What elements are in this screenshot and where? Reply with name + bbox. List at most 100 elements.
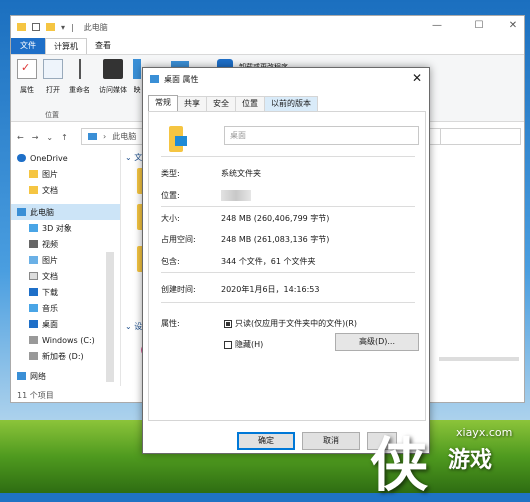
nav-scrollbar[interactable] (106, 252, 114, 382)
download-icon (29, 288, 38, 296)
location-row: 位置: (161, 190, 251, 201)
nav-label: 图片 (42, 255, 58, 265)
properties-label: 属性 (20, 86, 34, 94)
location-value-blurred (221, 190, 251, 201)
hidden-label: 隐藏(H) (235, 340, 264, 349)
advanced-button[interactable]: 高级(D)... (335, 333, 419, 351)
size-on-disk-label: 占用空间: (161, 235, 196, 244)
dialog-titlebar: 桌面 属性 (143, 68, 429, 90)
nav-item-downloads[interactable]: 下载 (11, 284, 120, 300)
nav-label: 图片 (42, 169, 58, 179)
nav-label: 网络 (30, 371, 46, 381)
nav-item-3d-objects[interactable]: 3D 对象 (11, 220, 120, 236)
dropdown-icon[interactable]: ▾ (61, 23, 65, 32)
recent-dropdown-icon[interactable]: ⌄ (46, 133, 53, 142)
document-icon (29, 272, 38, 280)
tab-view[interactable]: 查看 (87, 38, 119, 54)
nav-label: 文档 (42, 271, 58, 281)
map-drive-label: 映 (133, 86, 141, 94)
nav-item-drive-d[interactable]: 新加卷 (D:) (11, 348, 120, 364)
nav-item-network[interactable]: 网络 (11, 368, 120, 384)
size-on-disk-row: 占用空间: 248 MB (261,083,136 字节) (161, 234, 329, 245)
close-icon[interactable]: ✕ (412, 71, 422, 85)
watermark-logo-glyph: 侠 (370, 431, 429, 499)
type-value: 系统文件夹 (221, 169, 261, 178)
ok-button[interactable]: 确定 (237, 432, 295, 450)
maximize-icon[interactable]: ☐ (473, 20, 485, 32)
nav-item-documents-2[interactable]: 文档 (11, 268, 120, 284)
open-icon (43, 59, 63, 79)
access-media-button[interactable]: 访问媒体 (99, 59, 127, 95)
properties-dialog: 桌面 属性 ✕ 常规 共享 安全 位置 以前的版本 桌面 类型: 系统文件夹 位… (142, 67, 430, 454)
hidden-checkbox[interactable]: 隐藏(H) (224, 339, 263, 350)
nav-label: 桌面 (42, 319, 58, 329)
media-icon (103, 59, 123, 79)
nav-item-music[interactable]: 音乐 (11, 300, 120, 316)
nav-item-drive-c[interactable]: Windows (C:) (11, 332, 120, 348)
readonly-checkbox-box[interactable] (224, 319, 232, 328)
open-button[interactable]: 打开 (43, 59, 63, 95)
cancel-button[interactable]: 取消 (302, 432, 360, 450)
tab-computer[interactable]: 计算机 (45, 38, 87, 54)
map-drive-button[interactable]: 映 (133, 59, 141, 95)
checkbox-icon[interactable] (32, 23, 40, 31)
nav-item-this-pc[interactable]: 此电脑 (11, 204, 120, 220)
minimize-icon[interactable]: — (431, 20, 443, 32)
size-label: 大小: (161, 214, 180, 223)
status-bar: 11 个项目 (17, 391, 54, 400)
forward-icon[interactable]: → (32, 133, 39, 142)
tab-location[interactable]: 位置 (235, 96, 265, 111)
dialog-tabs: 常规 共享 安全 位置 以前的版本 (148, 95, 318, 111)
nav-item-videos[interactable]: 视频 (11, 236, 120, 252)
close-icon[interactable]: ✕ (507, 20, 519, 32)
rename-button[interactable]: 重命名 (69, 59, 90, 95)
folder-icon (29, 186, 38, 194)
drive-icon (29, 336, 38, 344)
folder-icon (46, 23, 55, 31)
breadcrumb-chevron-icon: › (103, 132, 107, 141)
nav-item-pictures[interactable]: 图片 (11, 166, 120, 182)
tab-general[interactable]: 常规 (148, 95, 178, 111)
tab-sharing[interactable]: 共享 (177, 96, 207, 111)
location-label: 位置: (161, 191, 180, 200)
nav-label: 音乐 (42, 303, 58, 313)
computer-icon (17, 208, 26, 216)
video-icon (29, 240, 38, 248)
properties-button[interactable]: ✓ 属性 (17, 59, 37, 95)
hidden-checkbox-box[interactable] (224, 340, 232, 349)
folder-icon (29, 170, 38, 178)
watermark-name: 游戏 (448, 448, 493, 473)
properties-icon: ✓ (17, 59, 37, 79)
type-row: 类型: 系统文件夹 (161, 168, 261, 179)
rename-icon (78, 59, 81, 79)
readonly-label: 只读(仅应用于文件夹中的文件)(R) (235, 319, 358, 328)
music-icon (29, 304, 38, 312)
search-input[interactable] (421, 128, 521, 145)
general-tab-panel: 桌面 类型: 系统文件夹 位置: 大小: 248 MB (260,406,799… (148, 111, 426, 421)
nav-item-documents[interactable]: 文档 (11, 182, 120, 198)
nav-label: 视频 (42, 239, 58, 249)
nav-item-onedrive[interactable]: OneDrive (11, 150, 120, 166)
folder-icon (17, 23, 26, 31)
tab-file[interactable]: 文件 (11, 38, 45, 54)
nav-item-desktop[interactable]: 桌面 (11, 316, 120, 332)
contains-value: 344 个文件，61 个文件夹 (221, 257, 316, 266)
up-icon[interactable]: ↑ (61, 133, 68, 142)
back-icon[interactable]: ← (17, 133, 24, 142)
nav-item-pictures-2[interactable]: 图片 (11, 252, 120, 268)
tab-previous-versions[interactable]: 以前的版本 (264, 96, 318, 111)
size-on-disk-value: 248 MB (261,083,136 字节) (221, 235, 330, 244)
contains-label: 包含: (161, 257, 180, 266)
picture-icon (29, 256, 38, 264)
contains-row: 包含: 344 个文件，61 个文件夹 (161, 256, 316, 267)
separator: | (71, 22, 74, 32)
tab-security[interactable]: 安全 (206, 96, 236, 111)
rename-label: 重命名 (69, 86, 90, 94)
readonly-checkbox[interactable]: 只读(仅应用于文件夹中的文件)(R) (224, 318, 357, 329)
folder-name-field[interactable]: 桌面 (224, 126, 419, 145)
ribbon-group-location: 位置 (45, 111, 59, 119)
drive-icon (133, 59, 141, 79)
nav-label: 新加卷 (D:) (42, 351, 84, 361)
divider (161, 206, 415, 207)
address-text: 此电脑 (112, 132, 137, 141)
